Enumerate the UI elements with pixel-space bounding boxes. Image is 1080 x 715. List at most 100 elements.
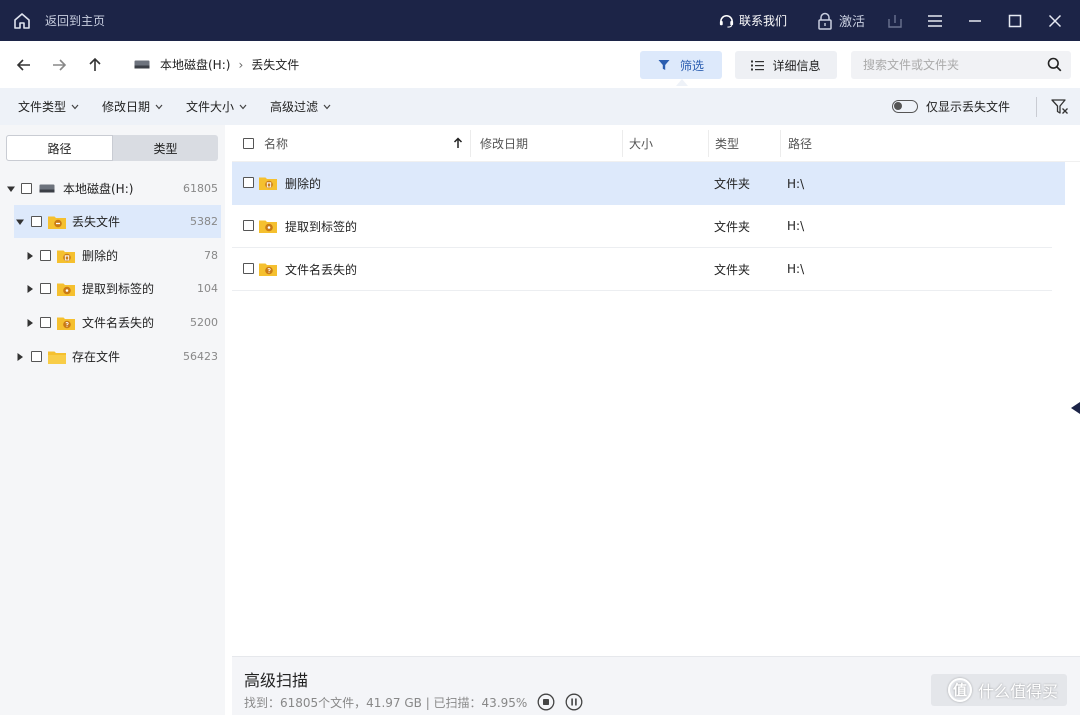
tagged-folder-icon — [259, 220, 277, 233]
tree-checkbox[interactable] — [31, 351, 42, 362]
modified-date-label: 修改日期 — [102, 100, 151, 114]
tree-label: 删除的 — [82, 249, 119, 263]
details-button[interactable]: 详细信息 — [735, 51, 837, 79]
filter-button[interactable]: 筛选 — [640, 51, 722, 79]
tree-item-tagged[interactable]: 提取到标签的 104 — [0, 272, 225, 305]
tree-checkbox[interactable] — [21, 183, 32, 194]
search-input[interactable] — [863, 58, 1043, 72]
home-button[interactable]: 返回到主页 — [12, 11, 105, 31]
advanced-filter-dropdown[interactable]: 高级过滤 — [270, 98, 331, 115]
export-button[interactable] — [880, 6, 910, 36]
tree-count: 61805 — [183, 182, 218, 195]
drive-icon — [39, 184, 55, 193]
tree-label: 存在文件 — [72, 350, 121, 364]
table-row[interactable]: 提取到标签的 文件夹 H:\ — [232, 205, 1052, 248]
column-path[interactable]: 路径 — [788, 125, 812, 162]
expanded-arrow-icon[interactable] — [7, 185, 15, 193]
column-divider[interactable] — [470, 130, 471, 157]
table-row[interactable]: 文件名丢失的 文件夹 H:\ — [232, 248, 1052, 291]
up-button[interactable] — [83, 53, 107, 77]
row-checkbox[interactable] — [243, 263, 254, 274]
column-size[interactable]: 大小 — [629, 125, 653, 162]
tab-type[interactable]: 类型 — [113, 135, 218, 161]
forward-button[interactable] — [47, 53, 71, 77]
activate-button[interactable]: 激活 — [817, 11, 865, 30]
row-path: H:\ — [787, 219, 805, 233]
file-list-header: 名称 修改日期 大小 类型 路径 — [232, 125, 1080, 162]
watermark-text: 什么值得买 — [978, 682, 1059, 701]
column-name[interactable]: 名称 — [264, 125, 288, 162]
tree-checkbox[interactable] — [31, 216, 42, 227]
chevron-down-icon — [155, 104, 163, 109]
select-all-checkbox[interactable] — [243, 138, 254, 149]
tree-checkbox[interactable] — [40, 317, 51, 328]
tree-count: 104 — [197, 282, 218, 295]
row-checkbox[interactable] — [243, 220, 254, 231]
column-type[interactable]: 类型 — [715, 125, 739, 162]
tree-item-lost-files[interactable]: 丢失文件 5382 — [14, 205, 221, 238]
tree-checkbox[interactable] — [40, 250, 51, 261]
file-type-dropdown[interactable]: 文件类型 — [18, 98, 79, 115]
list-details-icon — [751, 60, 765, 70]
tree-item-drive[interactable]: 本地磁盘(H:) 61805 — [0, 172, 225, 205]
show-lost-only-toggle-wrap: 仅显示丢失文件 — [892, 88, 1010, 125]
tree-item-existing-files[interactable]: 存在文件 56423 — [0, 340, 225, 373]
show-lost-only-toggle[interactable] — [892, 100, 918, 113]
chevron-down-icon — [71, 104, 79, 109]
preview-panel-toggle[interactable] — [1071, 402, 1080, 414]
stop-scan-icon[interactable] — [537, 693, 555, 711]
lock-icon — [818, 12, 832, 30]
modified-date-dropdown[interactable]: 修改日期 — [102, 98, 163, 115]
chevron-down-icon — [239, 104, 247, 109]
row-name: 删除的 — [285, 177, 322, 191]
unnamed-folder-icon — [259, 263, 277, 276]
tree-label: 本地磁盘(H:) — [63, 182, 134, 196]
filter-label: 筛选 — [679, 58, 704, 73]
column-divider[interactable] — [708, 130, 709, 157]
row-type: 文件夹 — [714, 177, 751, 191]
tab-path[interactable]: 路径 — [6, 135, 113, 161]
expanded-arrow-icon[interactable] — [16, 218, 24, 226]
tree-item-deleted[interactable]: 删除的 78 — [0, 239, 225, 272]
column-divider[interactable] — [780, 130, 781, 157]
collapsed-arrow-icon[interactable] — [26, 318, 34, 327]
watermark: 值 什么值得买 — [948, 678, 1058, 702]
file-size-dropdown[interactable]: 文件大小 — [186, 98, 247, 115]
collapsed-arrow-icon[interactable] — [26, 251, 34, 260]
close-button[interactable] — [1040, 6, 1070, 36]
row-checkbox[interactable] — [243, 177, 254, 188]
row-path: H:\ — [787, 262, 805, 276]
row-type: 文件夹 — [714, 262, 751, 277]
menu-button[interactable] — [920, 6, 950, 36]
title-bar: 返回到主页 联系我们 激活 — [0, 0, 1080, 41]
home-label: 返回到主页 — [45, 14, 106, 28]
file-size-label: 文件大小 — [186, 100, 235, 114]
collapsed-arrow-icon[interactable] — [16, 352, 24, 361]
tree-item-unnamed[interactable]: 文件名丢失的 5200 — [0, 306, 225, 339]
breadcrumb-drive[interactable]: 本地磁盘(H:) — [160, 56, 230, 73]
navigation-bar: 本地磁盘(H:) › 丢失文件 筛选 详细信息 — [0, 41, 1080, 88]
column-divider[interactable] — [622, 130, 623, 157]
minimize-button[interactable] — [960, 6, 990, 36]
file-type-label: 文件类型 — [18, 100, 67, 114]
table-row[interactable]: 删除的 文件夹 H:\ — [232, 162, 1065, 205]
collapsed-arrow-icon[interactable] — [26, 284, 34, 293]
export-icon — [888, 14, 902, 28]
tree-checkbox[interactable] — [40, 283, 51, 294]
column-modified[interactable]: 修改日期 — [480, 125, 528, 162]
row-name: 文件名丢失的 — [285, 262, 358, 277]
tree-count: 56423 — [183, 350, 218, 363]
advanced-filter-label: 高级过滤 — [270, 100, 319, 114]
search-icon[interactable] — [1047, 57, 1062, 72]
hamburger-menu-icon — [928, 14, 942, 27]
back-button[interactable] — [12, 53, 36, 77]
sort-ascending-icon[interactable] — [453, 137, 463, 149]
breadcrumb-current[interactable]: 丢失文件 — [251, 56, 299, 73]
pause-scan-icon[interactable] — [565, 693, 583, 711]
arrow-right-icon — [53, 59, 67, 71]
clear-filter-icon[interactable] — [1051, 98, 1069, 116]
details-label: 详细信息 — [772, 58, 821, 73]
maximize-button[interactable] — [1000, 6, 1030, 36]
contact-us-button[interactable]: 联系我们 — [718, 12, 787, 29]
contact-us-label: 联系我们 — [738, 14, 787, 28]
